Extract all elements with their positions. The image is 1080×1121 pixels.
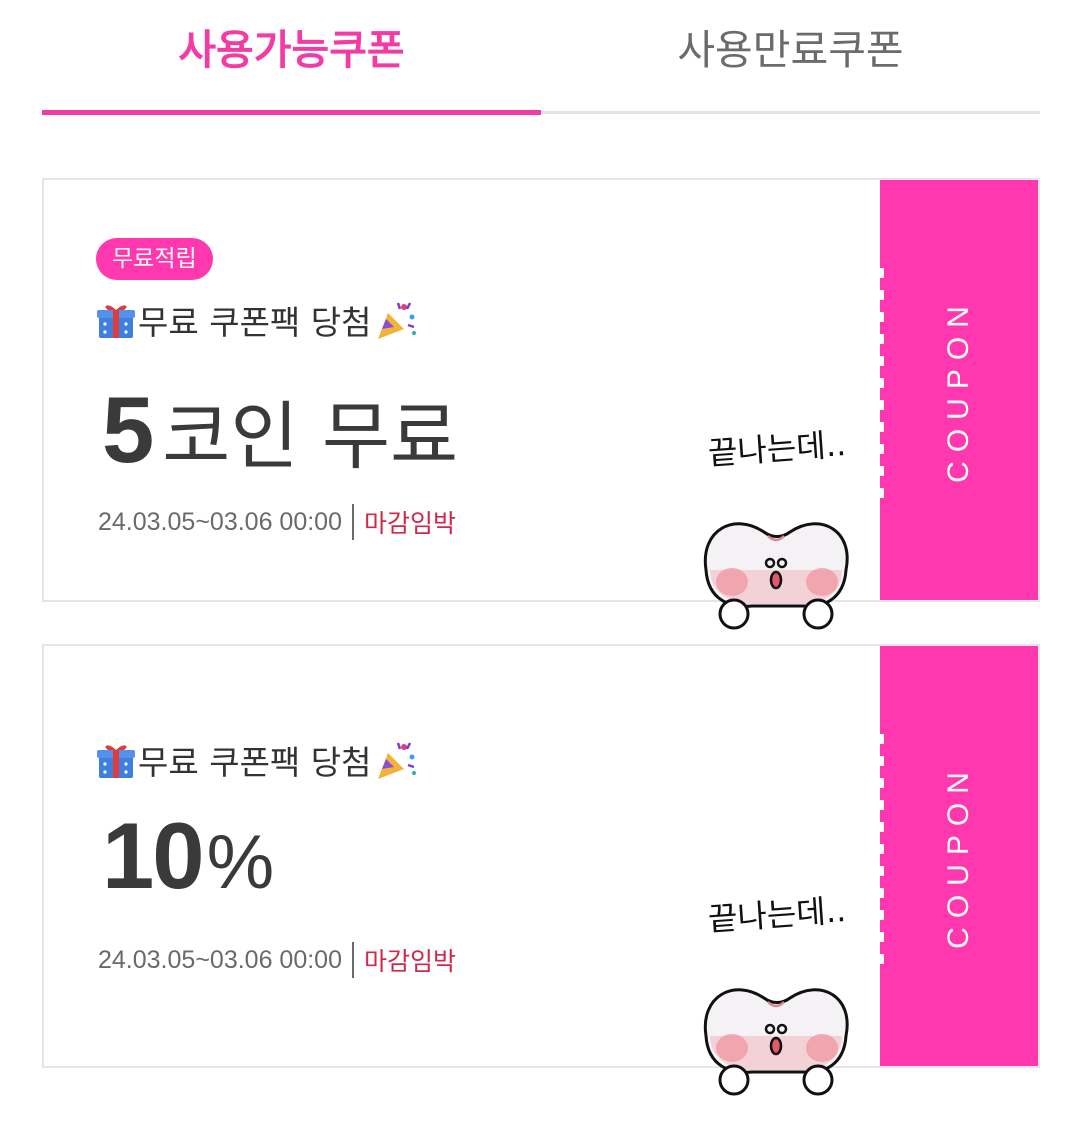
coupon-amount: 5 코인 무료 [102, 376, 458, 484]
gift-icon [97, 745, 135, 778]
coupon-badge: 무료적립 [96, 238, 213, 280]
tab-expired-coupons[interactable]: 사용만료쿠폰 [541, 0, 1040, 112]
gift-icon [97, 305, 135, 338]
coupon-stub[interactable]: COUPON [876, 646, 1038, 1066]
tab-available-coupons[interactable]: 사용가능쿠폰 [42, 0, 541, 112]
coupon-amount-unit: % [206, 820, 275, 905]
coupon-status: 마감임박 [363, 947, 456, 976]
blob-character-sticker: 끝나는데.. [703, 425, 849, 630]
coupon-card[interactable]: 무료 쿠폰팩 당첨 10 % 24.03.05~03.06 00:00 마감임박… [42, 644, 1040, 1096]
perforation-edge [876, 734, 884, 964]
coupon-stub[interactable]: COUPON [876, 180, 1038, 600]
coupon-period: 24.03.05~03.06 00:00 [98, 507, 342, 536]
coupon-stub-label: COUPON [942, 763, 975, 949]
party-popper-icon [377, 742, 416, 779]
blob-character-sticker: 끝나는데.. [703, 891, 849, 1096]
coupon-amount-value: 10 [102, 803, 205, 908]
coupon-period: 24.03.05~03.06 00:00 [98, 945, 342, 974]
coupon-status: 마감임박 [363, 509, 456, 538]
meta-divider [351, 942, 354, 978]
coupon-stub-label: COUPON [942, 297, 975, 483]
meta-divider [351, 504, 354, 540]
coupon-amount-value: 5 [102, 377, 154, 482]
coupon-title-row: 무료 쿠폰팩 당첨 [96, 736, 418, 784]
sticker-text: 끝나는데.. [707, 891, 847, 939]
coupon-meta: 24.03.05~03.06 00:00 마감임박 [98, 942, 456, 978]
perforation-edge [876, 268, 884, 498]
coupon-tabs: 사용가능쿠폰 사용만료쿠폰 [42, 0, 1040, 116]
coupon-title: 무료 쿠폰팩 당첨 [138, 303, 372, 342]
coupon-amount-unit: 코인 무료 [162, 394, 459, 480]
party-popper-icon [377, 302, 416, 339]
coupon-amount: 10 % [102, 802, 274, 910]
coupon-card[interactable]: 무료적립 무료 쿠폰팩 당첨 5 코인 무료 24.03.05~03.06 00… [42, 178, 1040, 630]
coupon-title-row: 무료 쿠폰팩 당첨 [96, 296, 418, 344]
active-tab-indicator [42, 110, 541, 115]
sticker-text: 끝나는데.. [707, 425, 847, 473]
coupon-title: 무료 쿠폰팩 당첨 [138, 743, 372, 782]
coupon-meta: 24.03.05~03.06 00:00 마감임박 [98, 504, 456, 540]
